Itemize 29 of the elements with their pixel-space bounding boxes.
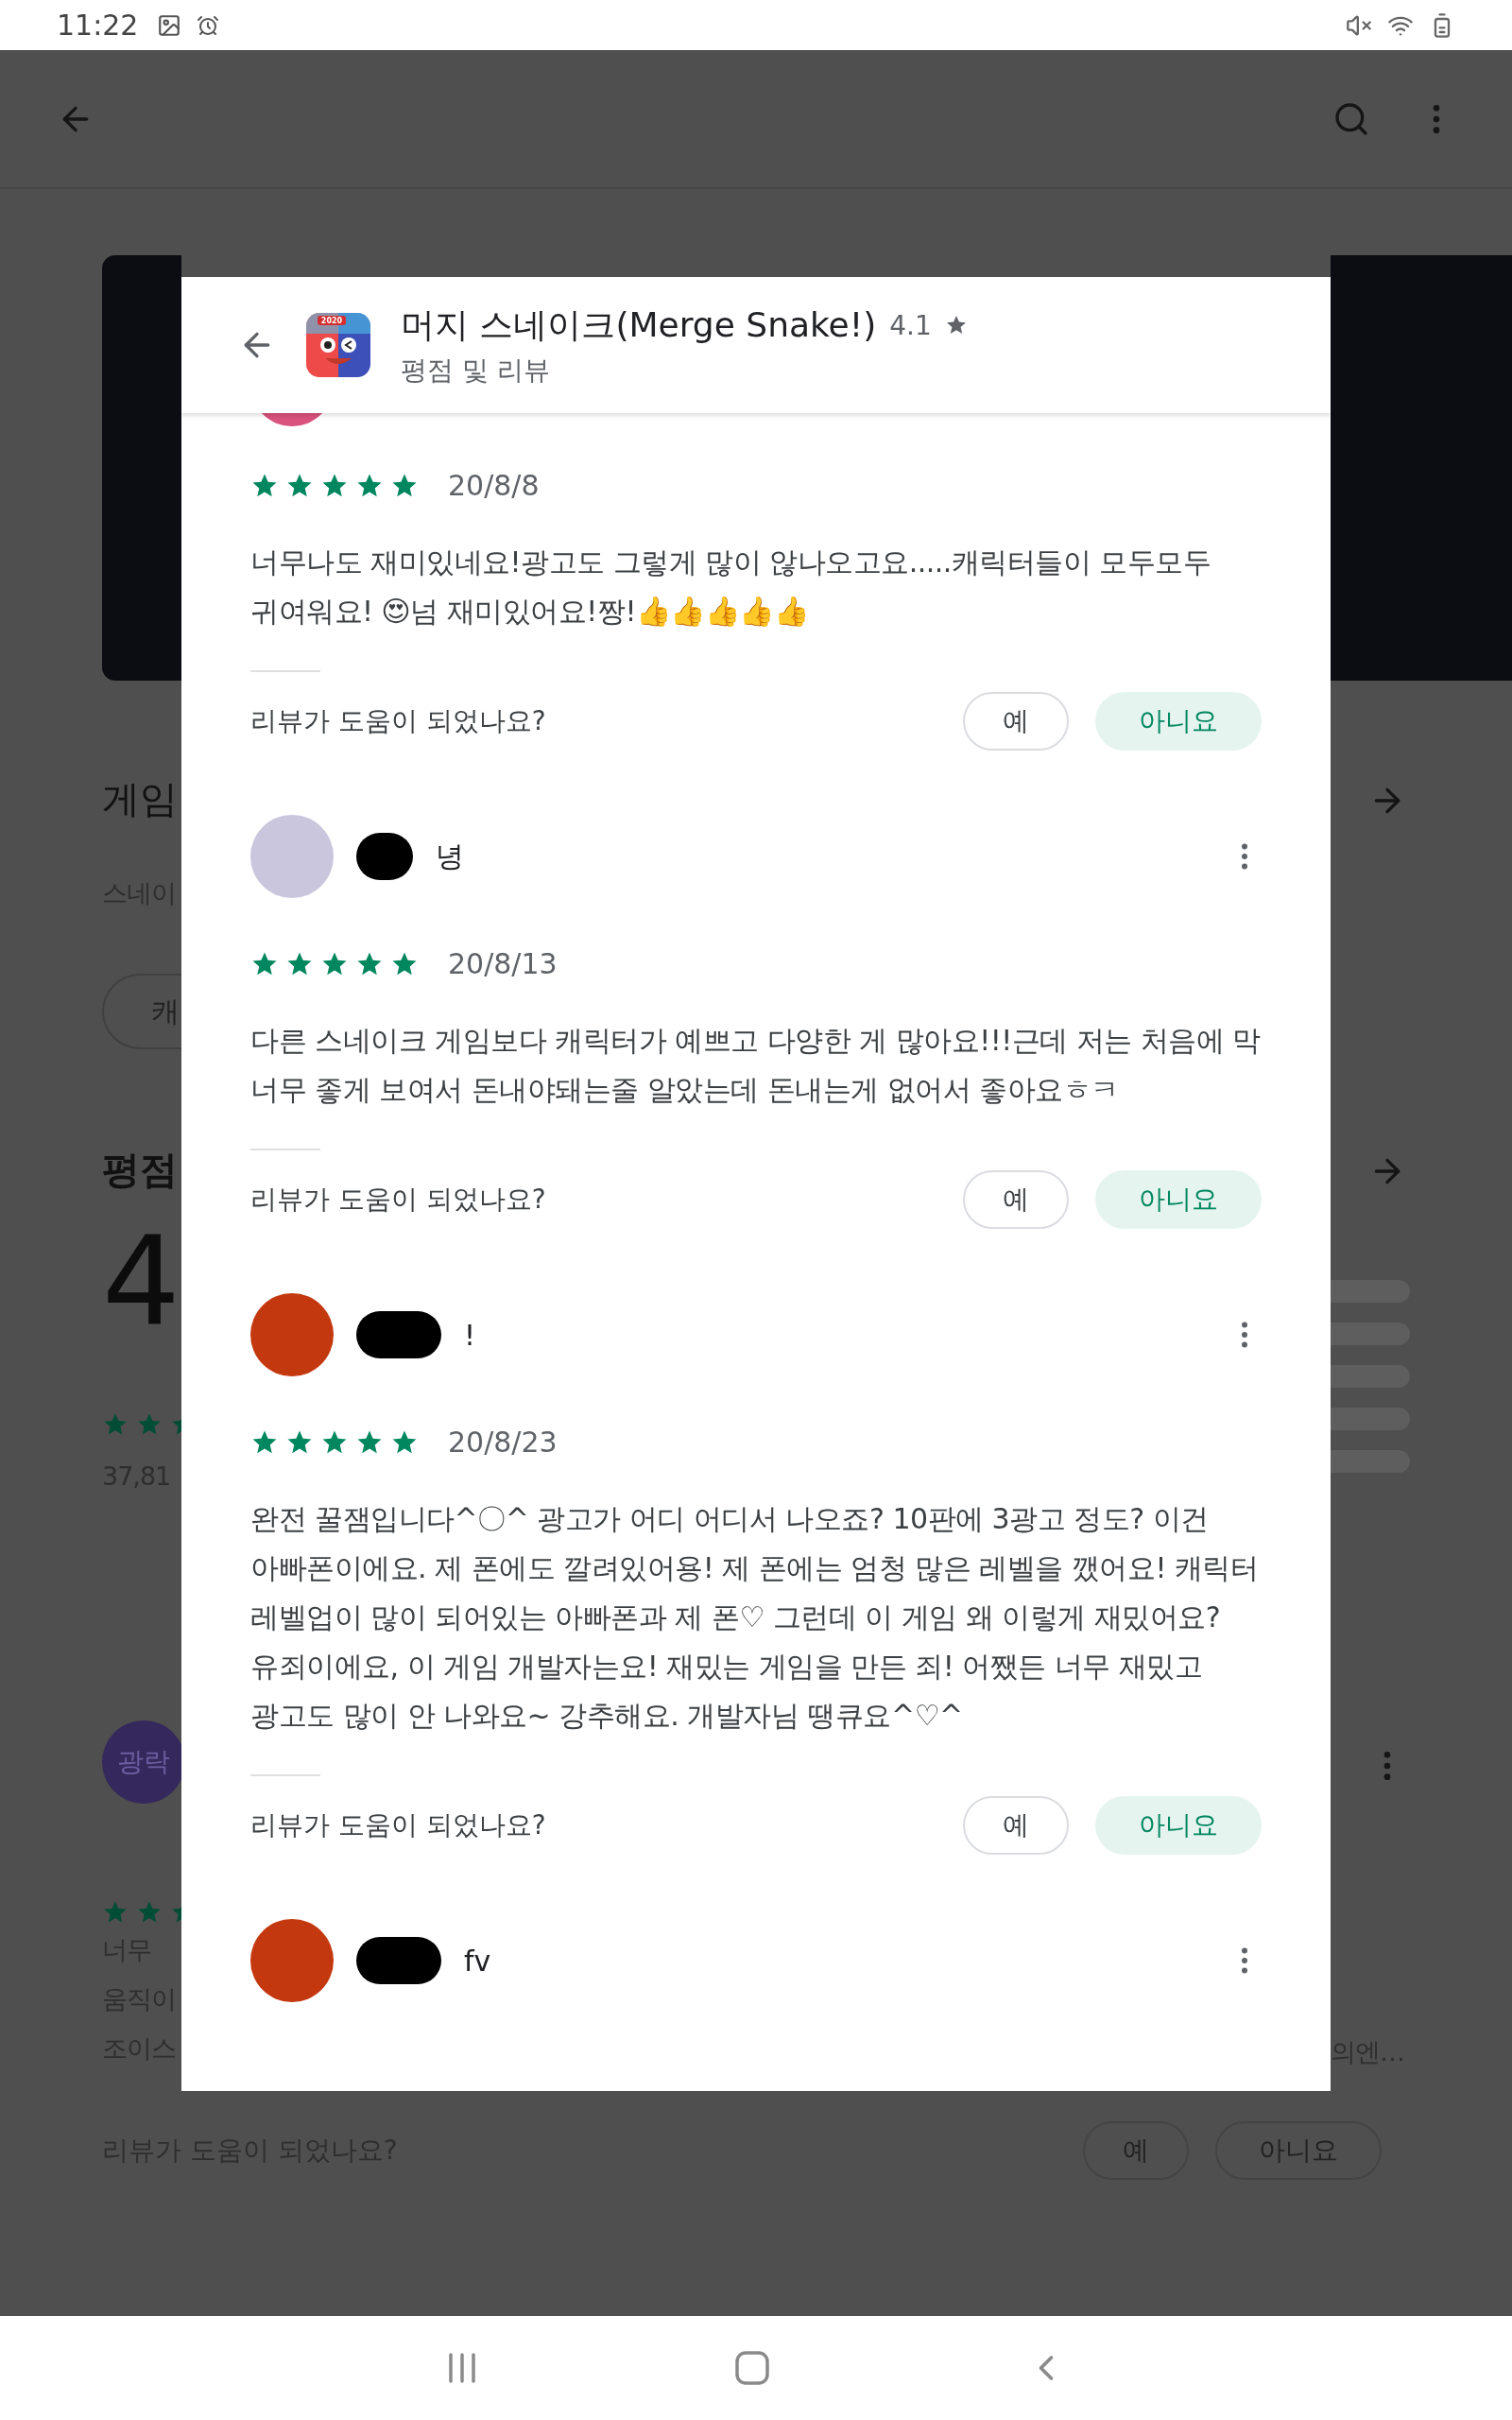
- helpful-question: 리뷰가 도움이 되었나요?: [250, 1183, 547, 1217]
- section-title: 평점: [102, 1147, 178, 1193]
- home-icon[interactable]: [734, 2350, 770, 2386]
- reviewer-name: !: [464, 1318, 476, 1352]
- no-button[interactable]: 아니요: [1095, 1170, 1262, 1229]
- alarm-icon: [197, 13, 220, 37]
- no-button[interactable]: 아니요: [1095, 1796, 1262, 1855]
- app-title: 머지 스네이크(Merge Snake!): [401, 303, 877, 346]
- review-date: 20/8/13: [448, 947, 558, 980]
- image-icon: [157, 12, 182, 38]
- reviewer-name: 녕: [436, 838, 464, 874]
- app-rating: 4.1: [889, 309, 932, 341]
- review-text: 너무나도 재미있네요!광고도 그렇게 많이 않나오고요.....캐릭터들이 모두모두 귀여워요! 😍넘 재미있어요!짱!👍👍👍👍👍: [250, 544, 1212, 630]
- yes-button[interactable]: 예: [963, 1170, 1069, 1229]
- review-date: 20/8/23: [448, 1426, 558, 1459]
- helpful-question: 리뷰가 도움이 되었나요?: [250, 704, 547, 738]
- avatar: 광락: [102, 1720, 181, 1804]
- yes-button[interactable]: 예: [963, 1796, 1069, 1855]
- no-button[interactable]: 아니요: [1095, 692, 1262, 751]
- review-text: 다른 스네이크 게임보다 캐릭터가 예쁘고 다양한 게 많아요!!!근데 저는 처음에 막 너무 좋게 보여서 돈내야돼는줄 알았는데 돈내는게 없어서 좋아요ㅎㅋ: [250, 1023, 1262, 1108]
- status-time: 11:22: [57, 9, 139, 42]
- helpful-question: 리뷰가 도움이 되었나요?: [250, 1808, 547, 1842]
- yes-button[interactable]: 예: [963, 692, 1069, 751]
- review-date: 20/8/8: [448, 469, 540, 502]
- dialog-subtitle: 평점 및 리뷰: [401, 353, 551, 388]
- reviewer-name: fv: [464, 1944, 491, 1978]
- rating-value: 4: [102, 1219, 180, 1342]
- review-text: 완전 꿀잼입니다^〇^ 광고가 어디 어디서 나오죠? 10판에 3광고 정도? 이건 아빠폰이에요. 제 폰에도 깔려있어용! 제 폰에는 엄청 많은 레벨을 깼어요! 캐릭터 레벨업이 많이 되어있는 아빠폰과 제 폰♡ 그런데 이 게임 왜 이렇게 재밌어요? 유죄이에요, 이 게임 개발자는요! 재밌는 게임을 만든 죄! 어쨌든 너무 재밌고 광고도 많이 안 나와요~ 강추해요. 개발자님 땡큐요^♡^: [250, 1501, 1260, 1734]
- section-title: 게임: [102, 776, 178, 822]
